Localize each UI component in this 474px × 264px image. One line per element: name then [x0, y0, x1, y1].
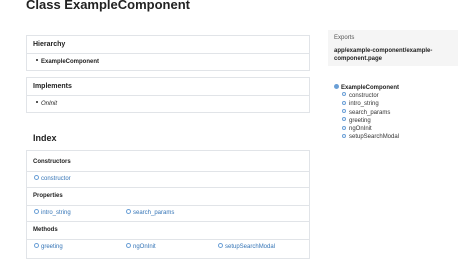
toc-item-label: constructor	[349, 93, 379, 99]
hierarchy-heading: Hierarchy	[33, 41, 66, 48]
divider	[27, 187, 309, 188]
toc-item-intro-string[interactable]: intro_string	[334, 100, 464, 108]
gear-icon	[126, 208, 131, 214]
gear-icon	[34, 174, 39, 180]
circle-icon	[342, 100, 346, 105]
index-link-intro-string[interactable]: intro_string	[34, 208, 71, 217]
index-link-search-params[interactable]: search_params	[126, 208, 175, 217]
index-link-constructor[interactable]: constructor	[34, 174, 71, 183]
index-panel: Constructors constructor Properties intr…	[26, 150, 310, 259]
implements-heading: Implements	[33, 83, 72, 90]
index-link-ngoninit[interactable]: ngOnInit	[126, 242, 156, 251]
index-link-setupsearchmodal[interactable]: setupSearchModal	[218, 242, 276, 251]
index-link-label: constructor	[41, 176, 71, 182]
toc-item-label: intro_string	[349, 101, 379, 108]
circle-icon	[342, 92, 346, 97]
circle-icon	[342, 133, 346, 138]
toc-item-search-params[interactable]: search_params	[334, 109, 464, 117]
toc-item-greeting[interactable]: greeting	[334, 117, 464, 125]
toc-sidebar: ExampleComponent constructor intro_strin…	[334, 83, 464, 142]
hierarchy-item: ExampleComponent	[27, 54, 309, 66]
divider	[27, 239, 309, 240]
index-link-label: intro_string	[41, 210, 71, 216]
index-link-label: greeting	[41, 244, 63, 250]
toc-item-setupsearchmodal[interactable]: setupSearchModal	[334, 133, 464, 141]
circle-icon	[342, 125, 346, 130]
properties-heading: Properties	[33, 193, 63, 199]
toc-item-label: search_params	[349, 109, 391, 116]
implements-item-label: OnInit	[41, 101, 58, 107]
index-title: Index	[33, 133, 57, 143]
index-link-greeting[interactable]: greeting	[34, 242, 63, 251]
toc-item-ngoninit[interactable]: ngOnInit	[334, 125, 464, 133]
divider	[27, 205, 309, 206]
circle-icon	[342, 117, 346, 122]
toc-root-label: ExampleComponent	[341, 85, 400, 91]
methods-heading: Methods	[33, 227, 58, 233]
index-link-label: ngOnInit	[133, 244, 156, 250]
bullet-icon	[36, 101, 38, 104]
toc-item-label: setupSearchModal	[349, 134, 400, 141]
divider	[27, 171, 309, 172]
class-icon	[334, 83, 339, 89]
divider	[27, 221, 309, 222]
toc-item-label: ngOnInit	[349, 126, 372, 133]
page-title: Class ExampleComponent	[26, 0, 190, 12]
implements-panel: Implements OnInit	[26, 77, 310, 113]
toc-item-label: greeting	[349, 117, 371, 124]
exports-path[interactable]: app/example-component/example-component.…	[334, 47, 452, 63]
gear-icon	[34, 208, 39, 214]
toc-item-constructor[interactable]: constructor	[334, 92, 464, 100]
gear-icon	[126, 242, 131, 248]
toc-root-item[interactable]: ExampleComponent	[334, 83, 464, 92]
index-link-label: search_params	[133, 210, 175, 216]
bullet-icon	[36, 59, 38, 62]
hierarchy-item-label: ExampleComponent	[41, 59, 100, 65]
gear-icon	[34, 242, 39, 248]
gear-icon	[218, 242, 223, 248]
index-link-label: setupSearchModal	[225, 244, 276, 250]
circle-icon	[342, 109, 346, 114]
exports-box: Exports app/example-component/example-co…	[328, 30, 458, 66]
implements-item: OnInit	[27, 96, 309, 108]
hierarchy-panel: Hierarchy ExampleComponent	[26, 35, 310, 71]
exports-label: Exports	[334, 35, 355, 41]
constructors-heading: Constructors	[33, 159, 71, 165]
